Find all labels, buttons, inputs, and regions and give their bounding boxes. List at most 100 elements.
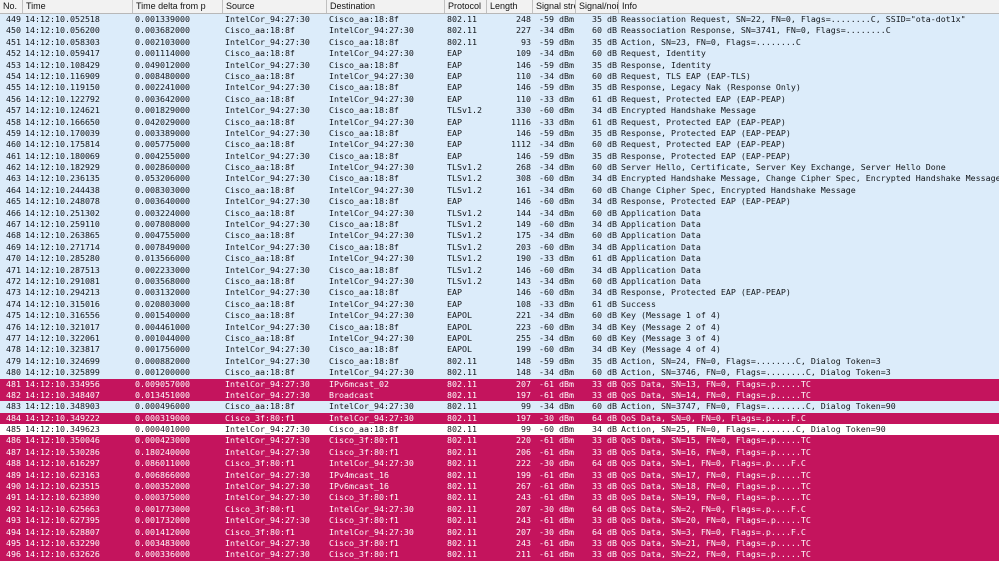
column-header-source[interactable]: Source <box>223 0 327 13</box>
packet-signal-strength: -60 dBm <box>539 264 574 275</box>
packet-row[interactable]: 466 14:12:10.251302 0.003224000 Cisco_aa:18… <box>0 207 999 220</box>
packet-time: 14:12:10.348903 <box>25 401 100 412</box>
packet-row[interactable]: 461 14:12:10.180069 0.004255000 IntelCor_94… <box>0 150 999 163</box>
packet-row[interactable]: 486 14:12:10.350046 0.000423000 IntelCor_94… <box>0 435 999 447</box>
column-header-info[interactable]: Info <box>619 0 999 13</box>
packet-row[interactable]: 462 14:12:10.182929 0.002860000 Cisco_aa:18… <box>0 162 999 174</box>
packet-row[interactable]: 465 14:12:10.248078 0.003640000 IntelCor_94… <box>0 196 999 208</box>
packet-row[interactable]: 467 14:12:10.259110 0.007808000 IntelCor_94… <box>0 219 999 231</box>
packet-time: 14:12:10.627395 <box>25 515 100 526</box>
packet-number: 490 <box>6 481 21 492</box>
packet-time: 14:12:10.271714 <box>25 241 100 252</box>
packet-row[interactable]: 496 14:12:10.632626 0.000336000 IntelCor_94… <box>0 549 999 561</box>
packet-row[interactable]: 458 14:12:10.166650 0.042029000 Cisco_aa:18… <box>0 116 999 128</box>
packet-time: 14:12:10.166650 <box>25 116 100 127</box>
packet-info: Key (Message 1 of 4) <box>621 310 721 321</box>
packet-signal-strength: -59 dBm <box>539 36 574 47</box>
packet-row[interactable]: 470 14:12:10.285280 0.013566000 Cisco_aa:18… <box>0 253 999 265</box>
packet-length: 227 <box>516 25 531 36</box>
packet-length: 243 <box>516 537 531 548</box>
packet-row[interactable]: 451 14:12:10.058303 0.002103000 IntelCor_94… <box>0 36 999 49</box>
packet-signal-strength: -61 dBm <box>539 537 574 548</box>
column-header-no[interactable]: No. <box>0 0 23 13</box>
packet-row[interactable]: 469 14:12:10.271714 0.007849000 IntelCor_94… <box>0 241 999 254</box>
packet-row[interactable]: 473 14:12:10.294213 0.003132000 IntelCor_94… <box>0 287 999 299</box>
packet-time-delta: 0.004255000 <box>135 150 190 161</box>
packet-source: Cisco_aa:18:8f <box>225 70 295 81</box>
packet-row[interactable]: 492 14:12:10.625663 0.001773000 Cisco_3f:80… <box>0 503 999 516</box>
packet-row[interactable]: 449 14:12:10.052518 0.001339000 IntelCor_94… <box>0 14 999 26</box>
packet-row[interactable]: 452 14:12:10.059417 0.001114000 Cisco_aa:18… <box>0 48 999 60</box>
packet-row[interactable]: 485 14:12:10.349623 0.000401000 IntelCor_94… <box>0 424 999 436</box>
packet-source: IntelCor_94:27:30 <box>225 196 310 207</box>
packet-row[interactable]: 460 14:12:10.175814 0.005775000 Cisco_aa:18… <box>0 139 999 151</box>
packet-row[interactable]: 483 14:12:10.348903 0.000496000 Cisco_aa:18… <box>0 401 999 413</box>
column-header-signal-noise[interactable]: Signal/nois <box>576 0 619 13</box>
column-header-time[interactable]: Time <box>23 0 133 13</box>
packet-row[interactable]: 454 14:12:10.116909 0.008480000 Cisco_aa:18… <box>0 70 999 83</box>
packet-row[interactable]: 477 14:12:10.322061 0.001044000 Cisco_aa:18… <box>0 332 999 345</box>
packet-destination: Cisco_aa:18:8f <box>329 105 399 116</box>
packet-row[interactable]: 453 14:12:10.108429 0.049012000 IntelCor_94… <box>0 59 999 71</box>
packet-row[interactable]: 491 14:12:10.623890 0.000375000 IntelCor_94… <box>0 492 999 504</box>
packet-row[interactable]: 456 14:12:10.122792 0.003642000 Cisco_aa:18… <box>0 93 999 106</box>
packet-length: 197 <box>516 389 531 400</box>
packet-row[interactable]: 488 14:12:10.616297 0.086011000 Cisco_3f:80… <box>0 458 999 470</box>
packet-info: Response, Protected EAP (EAP-PEAP) <box>621 196 791 207</box>
packet-time: 14:12:10.350046 <box>25 435 100 446</box>
packet-row[interactable]: 455 14:12:10.119150 0.002241000 IntelCor_94… <box>0 82 999 94</box>
packet-row[interactable]: 478 14:12:10.323817 0.001756000 IntelCor_94… <box>0 344 999 356</box>
packet-time-delta: 0.053206000 <box>135 173 190 184</box>
packet-signal-strength: -34 dBm <box>539 367 574 378</box>
packet-row[interactable]: 481 14:12:10.334956 0.009057000 IntelCor_94… <box>0 378 999 390</box>
packet-row[interactable]: 484 14:12:10.349222 0.000319000 Cisco_3f:80… <box>0 412 999 425</box>
column-header-signal-strength[interactable]: Signal streng <box>533 0 576 13</box>
packet-row[interactable]: 487 14:12:10.530286 0.180240000 IntelCor_94… <box>0 446 999 459</box>
packet-number: 478 <box>6 344 21 355</box>
packet-time: 14:12:10.349623 <box>25 424 100 435</box>
column-header-protocol[interactable]: Protocol <box>445 0 487 13</box>
column-header-time-delta[interactable]: Time delta from p <box>133 0 223 13</box>
packet-number: 477 <box>6 332 21 343</box>
packet-source: IntelCor_94:27:30 <box>225 82 310 93</box>
packet-destination: Cisco_3f:80:f1 <box>329 492 399 503</box>
packet-signal-noise: 33 dB <box>592 515 617 526</box>
packet-row[interactable]: 475 14:12:10.316556 0.001540000 Cisco_aa:18… <box>0 310 999 322</box>
packet-time-delta: 0.000336000 <box>135 549 190 560</box>
packet-row[interactable]: 489 14:12:10.623163 0.006866000 IntelCor_94… <box>0 469 999 482</box>
packet-row[interactable]: 476 14:12:10.321017 0.004461000 IntelCor_94… <box>0 321 999 333</box>
packet-protocol: 802.11 <box>447 469 477 480</box>
packet-row[interactable]: 480 14:12:10.325899 0.001200000 Cisco_aa:18… <box>0 367 999 379</box>
column-header-length[interactable]: Length <box>487 0 533 13</box>
packet-row[interactable]: 463 14:12:10.236135 0.053206000 IntelCor_94… <box>0 173 999 185</box>
packet-row[interactable]: 474 14:12:10.315016 0.020803000 Cisco_aa:18… <box>0 298 999 311</box>
packet-row[interactable]: 490 14:12:10.623515 0.000352000 IntelCor_94… <box>0 481 999 493</box>
packet-destination: IntelCor_94:27:30 <box>329 526 414 537</box>
packet-row[interactable]: 494 14:12:10.628807 0.001412000 Cisco_3f:80… <box>0 526 999 538</box>
packet-row[interactable]: 457 14:12:10.124621 0.001829000 IntelCor_94… <box>0 105 999 117</box>
packet-length: 221 <box>516 310 531 321</box>
packet-row[interactable]: 472 14:12:10.291081 0.003568000 Cisco_aa:18… <box>0 275 999 288</box>
packet-length: 146 <box>516 264 531 275</box>
packet-number: 480 <box>6 367 21 378</box>
packet-source: Cisco_aa:18:8f <box>225 298 295 309</box>
packet-row[interactable]: 471 14:12:10.287513 0.002233000 IntelCor_94… <box>0 264 999 276</box>
packet-row[interactable]: 493 14:12:10.627395 0.001732000 IntelCor_94… <box>0 515 999 527</box>
packet-row[interactable]: 450 14:12:10.056200 0.003682000 Cisco_aa:18… <box>0 25 999 37</box>
packet-row[interactable]: 464 14:12:10.244438 0.008303000 Cisco_aa:18… <box>0 184 999 197</box>
packet-time: 14:12:10.625663 <box>25 503 100 514</box>
packet-signal-strength: -30 dBm <box>539 503 574 514</box>
packet-row[interactable]: 479 14:12:10.324699 0.000882000 IntelCor_94… <box>0 355 999 368</box>
packet-signal-strength: -34 dBm <box>539 401 574 412</box>
packet-list[interactable]: 449 14:12:10.052518 0.001339000 IntelCor_94… <box>0 14 999 561</box>
packet-destination: IntelCor_94:27:30 <box>329 332 414 343</box>
packet-row[interactable]: 468 14:12:10.263865 0.004755000 Cisco_aa:18… <box>0 230 999 242</box>
column-header-destination[interactable]: Destination <box>327 0 445 13</box>
packet-time: 14:12:10.259110 <box>25 219 100 230</box>
packet-row[interactable]: 495 14:12:10.632290 0.003483000 IntelCor_94… <box>0 537 999 550</box>
packet-row[interactable]: 459 14:12:10.170039 0.003389000 IntelCor_94… <box>0 127 999 140</box>
packet-protocol: 802.11 <box>447 458 477 469</box>
packet-number: 458 <box>6 116 21 127</box>
packet-row[interactable]: 482 14:12:10.348407 0.013451000 IntelCor_94… <box>0 389 999 402</box>
packet-source: IntelCor_94:27:30 <box>225 59 310 70</box>
